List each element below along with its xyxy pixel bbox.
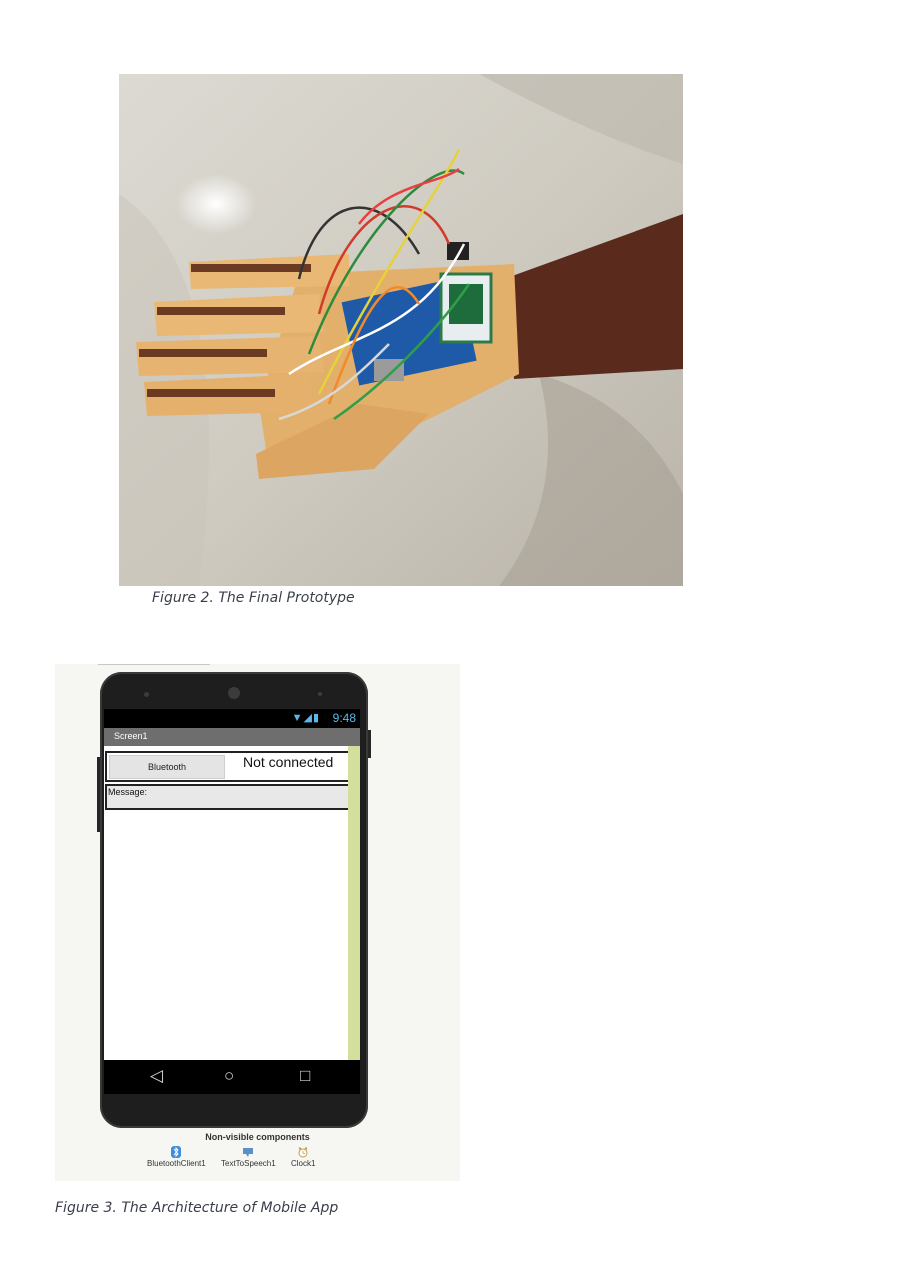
app-screen: Bluetooth Not connected Message: [104,746,350,1060]
connection-status-label: Not connected [243,754,334,770]
figure-3-caption: Figure 3. The Architecture of Mobile App [55,1200,339,1216]
connection-row: Bluetooth Not connected [105,751,350,782]
component-label: Clock1 [291,1159,316,1168]
figure-2-caption: Figure 2. The Final Prototype [152,590,355,606]
nonvisible-components-title: Non-visible components [205,1132,310,1142]
phone-volume-button [97,757,100,832]
message-label: Message: [108,787,148,797]
signal-battery-icon: ▼◢▮ [291,712,320,724]
nav-bar: ◁ ○ □ [104,1060,360,1094]
home-icon[interactable]: ○ [224,1066,234,1086]
status-bar: ▼◢▮ 9:48 [104,709,360,728]
component-label: TextToSpeech1 [221,1159,276,1168]
phone-sensor [318,692,322,696]
recents-icon[interactable]: □ [300,1066,310,1086]
nonvisible-component[interactable]: Clock1 [291,1146,315,1168]
phone-sensor [144,692,149,697]
scroll-strip [348,746,360,1060]
screen-title: Screen1 [114,731,148,741]
divider [98,664,210,665]
bluetooth-icon [171,1146,182,1158]
status-time: 9:48 [332,711,356,725]
phone-camera [228,687,240,699]
prototype-glove-photo [119,74,683,586]
speech-bubble-icon [243,1148,254,1157]
bluetooth-button[interactable]: Bluetooth [109,755,225,779]
clock-icon [298,1147,308,1158]
nonvisible-component[interactable]: BluetoothClient1 [147,1146,206,1168]
screen-title-bar: Screen1 [104,728,360,746]
phone-mockup: ▼◢▮ 9:48 Screen1 Bluetooth Not connected… [97,672,371,1128]
phone-power-button [368,730,371,758]
back-icon[interactable]: ◁ [150,1066,163,1086]
nonvisible-component[interactable]: TextToSpeech1 [221,1146,276,1168]
message-box: Message: [105,784,350,810]
app-designer-panel: ▼◢▮ 9:48 Screen1 Bluetooth Not connected… [55,664,460,1181]
component-label: BluetoothClient1 [147,1159,206,1168]
